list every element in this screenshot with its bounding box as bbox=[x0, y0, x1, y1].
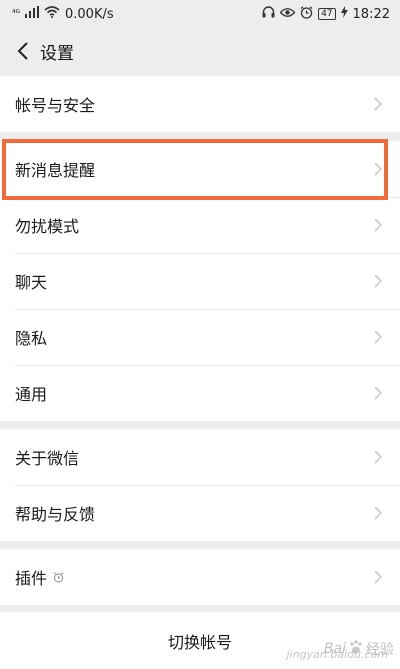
wifi-icon bbox=[44, 6, 60, 22]
chevron-right-icon bbox=[374, 506, 382, 520]
alarm-icon bbox=[300, 5, 313, 23]
battery-indicator: 47 bbox=[318, 8, 336, 20]
status-bar: ⁴ᴳ 0.00K/s 47 18:22 bbox=[0, 0, 400, 28]
row-privacy[interactable]: 隐私 bbox=[0, 309, 400, 365]
signal-icon bbox=[25, 6, 39, 22]
row-help-feedback[interactable]: 帮助与反馈 bbox=[0, 485, 400, 541]
eye-icon bbox=[279, 7, 296, 22]
row-plugins[interactable]: 插件 bbox=[0, 549, 400, 605]
status-right: 47 18:22 bbox=[262, 5, 390, 23]
chevron-right-icon bbox=[374, 162, 382, 176]
row-do-not-disturb[interactable]: 勿扰模式 bbox=[0, 197, 400, 253]
chevron-right-icon bbox=[374, 570, 382, 584]
row-label: 插件 bbox=[15, 569, 48, 588]
headset-icon bbox=[262, 6, 275, 22]
chevron-right-icon bbox=[374, 218, 382, 232]
alarm-clock-icon bbox=[53, 568, 64, 587]
clock-time: 18:22 bbox=[352, 6, 390, 22]
row-label: 帐号与安全 bbox=[15, 96, 96, 115]
back-arrow-icon bbox=[17, 42, 28, 60]
chevron-right-icon bbox=[374, 450, 382, 464]
row-label: 聊天 bbox=[15, 273, 48, 292]
settings-group-main: 新消息提醒 勿扰模式 聊天 隐私 通用 bbox=[0, 141, 400, 421]
row-label: 帮助与反馈 bbox=[15, 505, 96, 524]
nav-bar: 设置 bbox=[0, 28, 400, 74]
page-title: 设置 bbox=[40, 43, 74, 64]
chevron-right-icon bbox=[374, 330, 382, 344]
status-left: ⁴ᴳ 0.00K/s bbox=[12, 6, 114, 22]
row-about-wechat[interactable]: 关于微信 bbox=[0, 429, 400, 485]
row-new-message-notification[interactable]: 新消息提醒 bbox=[0, 141, 400, 197]
row-account-security[interactable]: 帐号与安全 bbox=[0, 76, 400, 132]
settings-group-about: 关于微信 帮助与反馈 bbox=[0, 429, 400, 541]
settings-group-plugins: 插件 bbox=[0, 549, 400, 605]
charging-icon bbox=[340, 6, 348, 22]
network-speed: 0.00K/s bbox=[65, 6, 114, 22]
chevron-right-icon bbox=[374, 274, 382, 288]
chevron-right-icon bbox=[374, 386, 382, 400]
row-label: 通用 bbox=[15, 385, 48, 404]
row-left: 插件 bbox=[15, 565, 64, 589]
switch-account-label: 切换帐号 bbox=[167, 632, 232, 652]
settings-group-account: 帐号与安全 bbox=[0, 76, 400, 132]
row-label: 关于微信 bbox=[15, 449, 80, 468]
row-general[interactable]: 通用 bbox=[0, 365, 400, 421]
row-label: 新消息提醒 bbox=[15, 161, 96, 180]
switch-account-button[interactable]: 切换帐号 bbox=[0, 612, 400, 669]
signal-indicator: ⁴ᴳ bbox=[12, 9, 20, 19]
chevron-right-icon bbox=[374, 97, 382, 111]
row-chat[interactable]: 聊天 bbox=[0, 253, 400, 309]
row-label: 隐私 bbox=[15, 329, 48, 348]
row-label: 勿扰模式 bbox=[15, 217, 80, 236]
back-button[interactable] bbox=[10, 36, 36, 66]
